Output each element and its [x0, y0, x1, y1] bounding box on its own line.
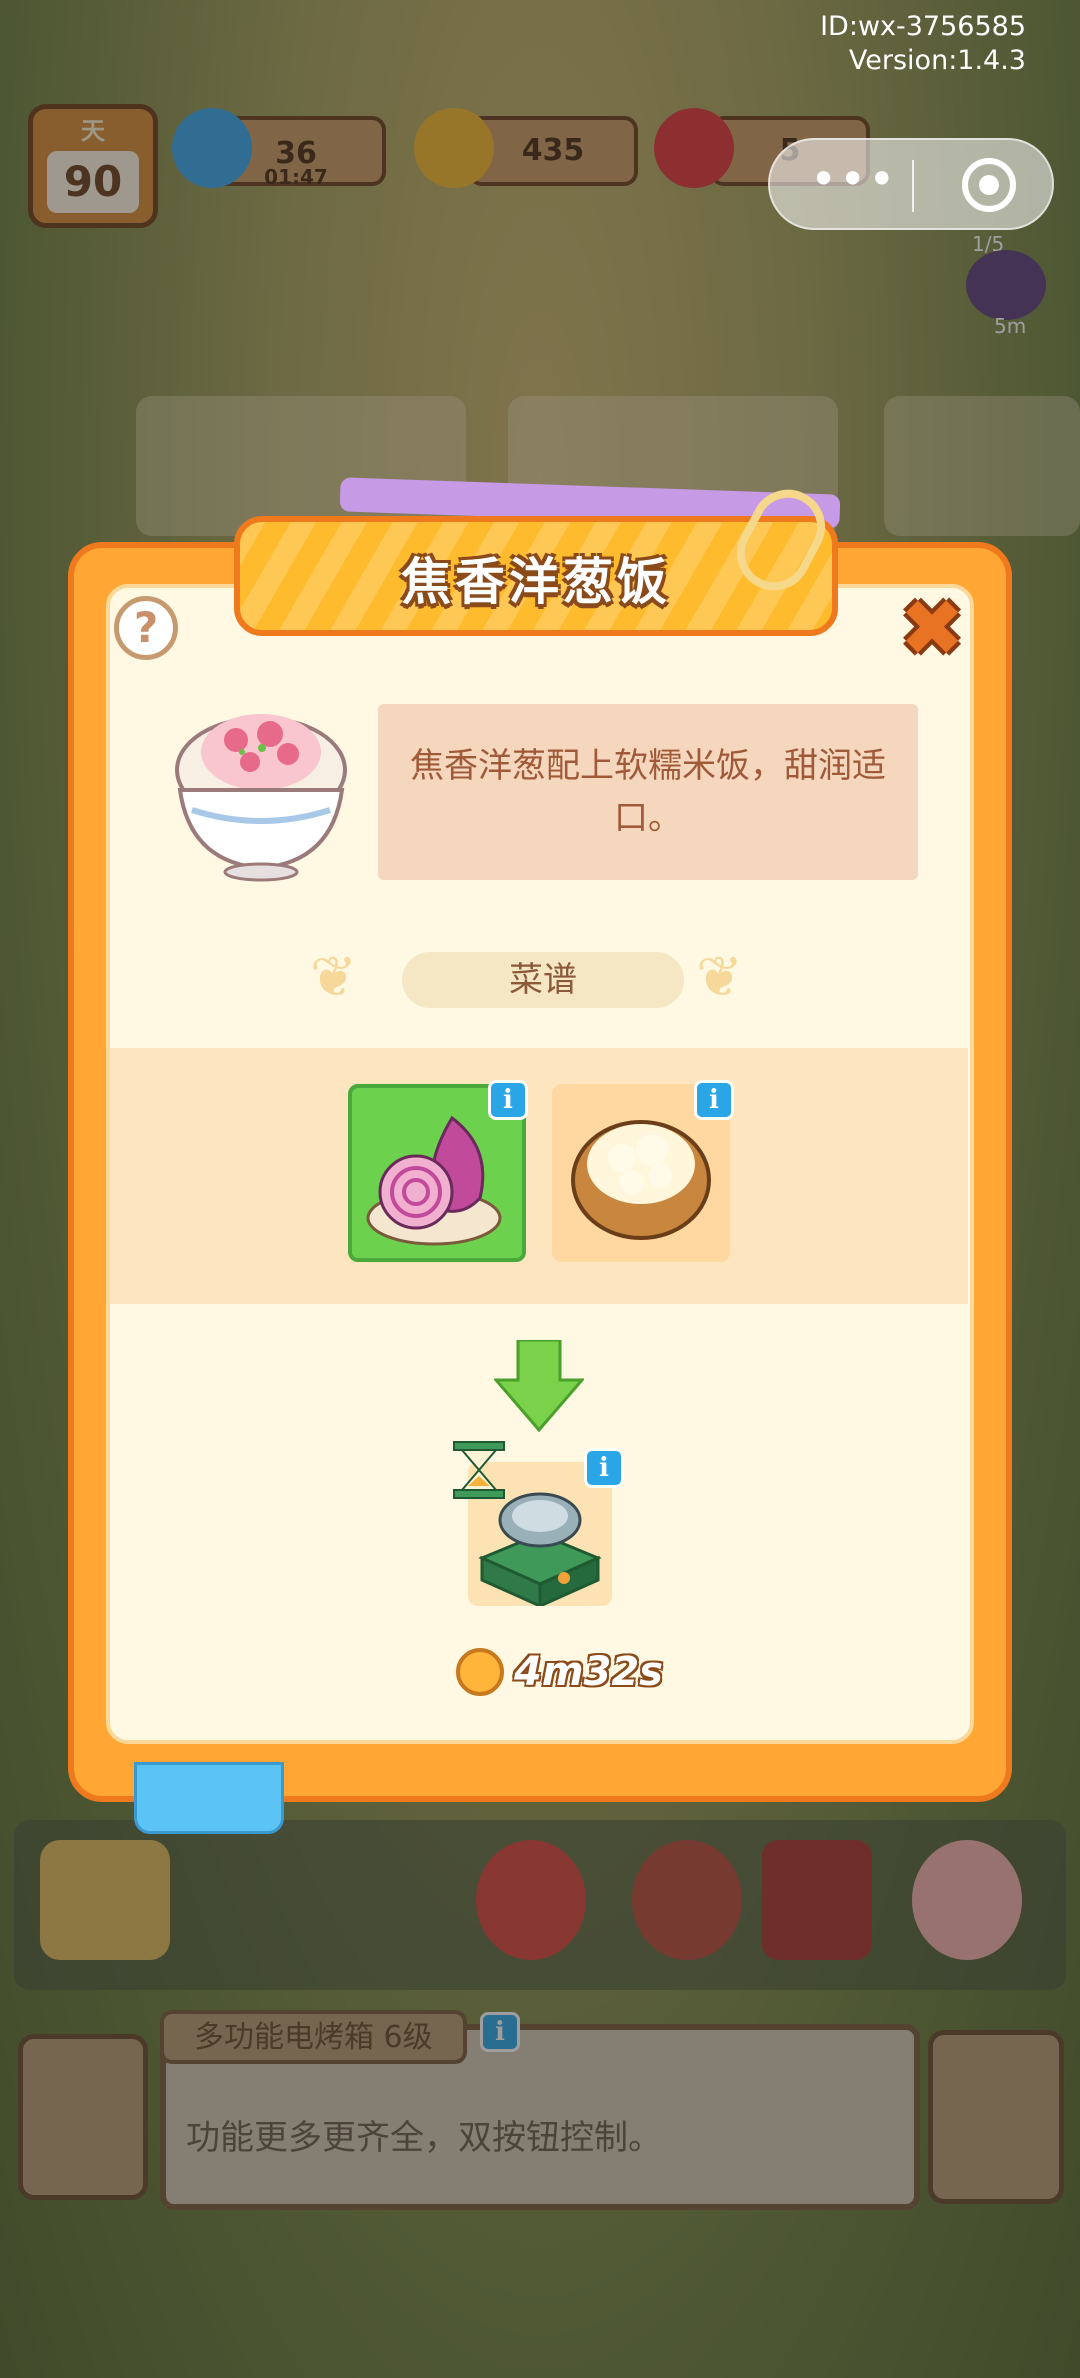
recipe-label: 菜谱	[402, 952, 684, 1008]
miniprogram-capsule: •••	[768, 138, 1054, 230]
build-info: ID:wx-3756585 Version:1.4.3	[820, 10, 1026, 78]
dish-description: 焦香洋葱配上软糯米饭，甜润适口。	[378, 704, 918, 880]
rice-info-icon[interactable]: i	[694, 1080, 734, 1120]
capsule-divider	[912, 160, 914, 212]
ingredients-row	[110, 1048, 968, 1304]
close-miniprogram-icon[interactable]	[962, 158, 1016, 212]
onion-rice-bowl-icon	[175, 714, 347, 882]
cook-time: 4m32s	[514, 1649, 663, 1695]
help-button[interactable]: ?	[114, 596, 178, 660]
decor-tape	[134, 1762, 284, 1834]
more-icon[interactable]: •••	[810, 156, 895, 204]
player-id: ID:wx-3756585	[820, 11, 1026, 42]
app-version: Version:1.4.3	[848, 45, 1026, 76]
hourglass-icon	[453, 1441, 505, 1499]
swirl-left-icon: ❦	[310, 945, 357, 1010]
onion-info-icon[interactable]: i	[488, 1080, 528, 1120]
close-button[interactable]: ✖	[896, 590, 968, 668]
arrow-down-icon	[494, 1340, 584, 1432]
clock-icon	[456, 1648, 504, 1696]
swirl-right-icon: ❦	[696, 945, 743, 1010]
tool-info-icon[interactable]: i	[584, 1448, 624, 1488]
